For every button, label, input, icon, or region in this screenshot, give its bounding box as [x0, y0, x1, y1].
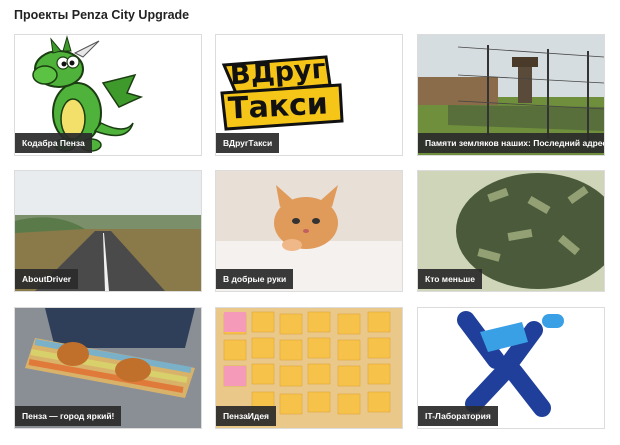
taxi-logo-text-bottom: Такси [227, 86, 329, 127]
page-title: Проекты Penza City Upgrade [14, 8, 190, 22]
project-card-kodabra[interactable]: Кодабра Пенза [14, 34, 202, 156]
project-caption: ВДругТакси [216, 133, 280, 153]
project-caption: Пенза — город яркий! [15, 406, 122, 426]
project-caption: ПензаИдея [216, 406, 277, 426]
project-card-vdrugtaxi[interactable]: ВДруг Такси ВДругТакси [215, 34, 403, 156]
project-card-who-less[interactable]: Кто меньше [417, 170, 605, 292]
project-caption: В добрые руки [216, 269, 294, 289]
project-card-last-address[interactable]: Памяти земляков наших: Последний адрес [417, 34, 605, 156]
project-card-good-hands[interactable]: В добрые руки [215, 170, 403, 292]
project-caption: Кто меньше [418, 269, 482, 289]
project-caption: Кодабра Пенза [15, 133, 92, 153]
project-card-aboutdriver[interactable]: AboutDriver [14, 170, 202, 292]
project-caption: Памяти земляков наших: Последний адрес [418, 133, 604, 153]
project-caption: IT-Лаборатория [418, 406, 498, 426]
project-card-penza-bright[interactable]: Пенза — город яркий! [14, 307, 202, 429]
project-card-it-lab[interactable]: IT-Лаборатория [417, 307, 605, 429]
project-caption: AboutDriver [15, 269, 79, 289]
project-card-penza-idea[interactable]: ПензаИдея [215, 307, 403, 429]
